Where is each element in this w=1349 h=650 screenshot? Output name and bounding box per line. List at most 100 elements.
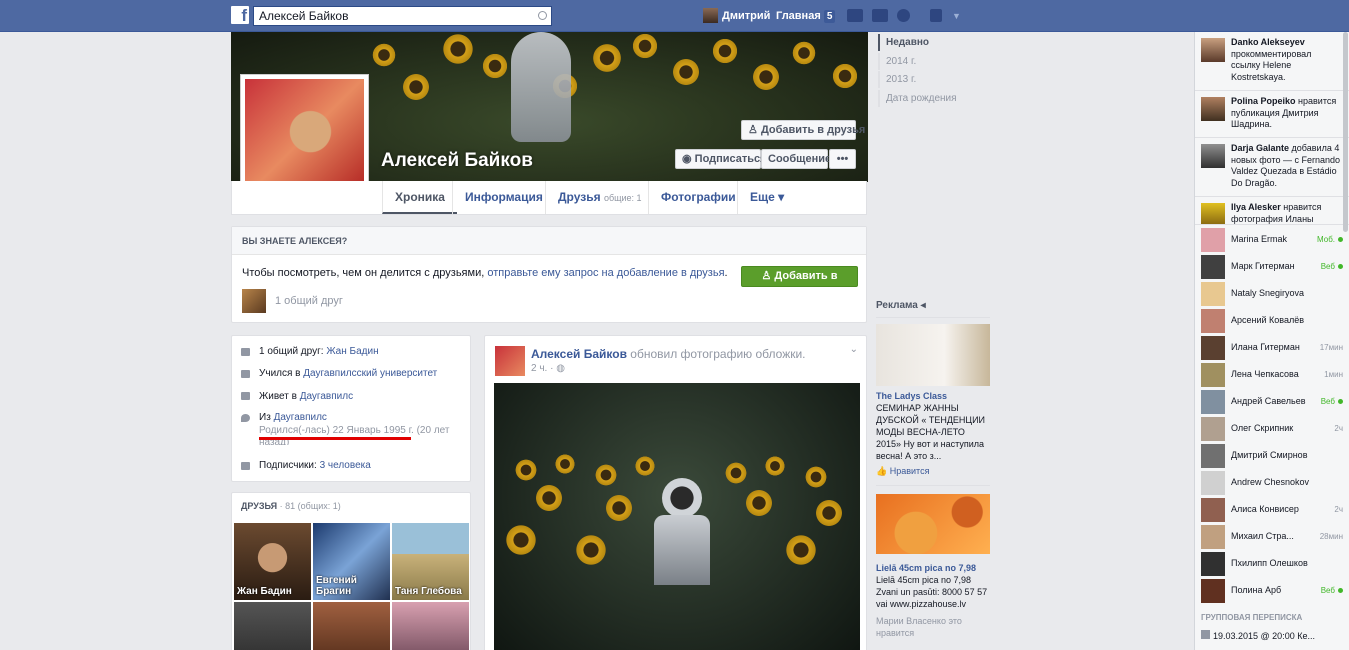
tab-timeline[interactable]: Хроника bbox=[382, 181, 457, 214]
chat-avatar bbox=[1201, 579, 1225, 603]
friend-thumb[interactable]: Таня Глебова bbox=[392, 523, 469, 600]
chat-contact[interactable]: Олег Скрипник 2ч bbox=[1195, 415, 1349, 442]
chat-contact[interactable]: Лена Чепкасова 1мин bbox=[1195, 361, 1349, 388]
send-request-link[interactable]: отправьте ему запрос на добавление в дру… bbox=[487, 267, 724, 279]
chat-status: 28мин bbox=[1319, 532, 1343, 541]
chat-name: Андрей Савельев bbox=[1231, 396, 1306, 406]
chat-contact[interactable]: Марк Гитерман Веб bbox=[1195, 253, 1349, 280]
privacy-shortcuts-icon[interactable] bbox=[930, 9, 942, 22]
chat-contact[interactable]: Михаил Стра... 28мин bbox=[1195, 523, 1349, 550]
profile-name[interactable]: Алексей Байков bbox=[381, 150, 533, 172]
chat-contact[interactable]: Полина Арб Веб bbox=[1195, 577, 1349, 604]
friend-name[interactable]: Таня Глебова bbox=[395, 586, 462, 597]
friend-thumb[interactable]: Жан Бадин bbox=[234, 523, 311, 600]
intro-link[interactable]: Даугавпилс bbox=[274, 412, 327, 423]
ticker-item[interactable]: Danko Alekseyev прокомментировал ссылку … bbox=[1195, 32, 1349, 91]
chat-status-text: Веб bbox=[1320, 262, 1335, 271]
search-icon[interactable] bbox=[538, 11, 547, 20]
chat-avatar bbox=[1201, 282, 1225, 306]
chat-contact[interactable]: Арсений Ковалёв bbox=[1195, 307, 1349, 334]
tab-more[interactable]: Еще ▾ bbox=[737, 181, 796, 214]
post-timestamp[interactable]: 2 ч. · ◍ bbox=[531, 363, 565, 374]
friend-thumb[interactable] bbox=[392, 602, 469, 650]
ad-image-ladys-class[interactable] bbox=[876, 324, 990, 386]
search-input[interactable]: Алексей Байков bbox=[253, 6, 552, 26]
mutual-friends-link[interactable]: 1 общий друг bbox=[275, 295, 343, 307]
friends-title[interactable]: ДРУЗЬЯ bbox=[241, 501, 277, 511]
timeline-item-2013[interactable]: 2013 г. bbox=[878, 71, 957, 88]
friend-thumb[interactable] bbox=[234, 602, 311, 650]
post-author-avatar[interactable] bbox=[495, 346, 525, 376]
timeline-item-birth[interactable]: Дата рождения bbox=[878, 89, 957, 107]
group-chat-header: ГРУППОВАЯ ПЕРЕПИСКА bbox=[1201, 613, 1303, 622]
group-chat-item[interactable]: 19.03.2015 @ 20:00 Ке... bbox=[1201, 630, 1315, 641]
chat-name: Алиса Конвисер bbox=[1231, 504, 1299, 514]
post-photo[interactable] bbox=[494, 383, 860, 650]
add-friend-button[interactable]: ♙ Добавить в друзья bbox=[741, 266, 858, 301]
chat-name: Пхилипп Олешков bbox=[1231, 558, 1308, 568]
chat-contact[interactable]: Алиса Конвисер 2ч bbox=[1195, 496, 1349, 523]
intro-link[interactable]: Даугавпилс bbox=[300, 391, 353, 402]
sidebar-scrollbar[interactable] bbox=[1343, 32, 1348, 232]
settings-chevron-down-icon[interactable]: ▼ bbox=[952, 0, 961, 32]
chat-contact[interactable]: Андрей Савельев Веб bbox=[1195, 388, 1349, 415]
intro-label: Живет в bbox=[259, 391, 297, 402]
post-header: Алексей Байков обновил фотографию обложк… bbox=[531, 347, 806, 361]
subscribe-button[interactable]: ◉ Подписаться bbox=[675, 149, 767, 169]
friend-thumb[interactable]: Евгений Брагин bbox=[313, 523, 390, 600]
chat-name: Дмитрий Смирнов bbox=[1231, 450, 1308, 460]
ticker-item[interactable]: Polina Popeiko нравится публикация Дмитр… bbox=[1195, 91, 1349, 138]
post-options-chevron-icon[interactable]: ⌄ bbox=[850, 344, 858, 355]
ad-text[interactable]: СЕМИНАР ЖАННЫ ДУБСКОЙ « ТЕНДЕНЦИИ МОДЫ В… bbox=[876, 402, 990, 462]
intro-link[interactable]: Даугавпилсский университет bbox=[303, 368, 437, 379]
tab-photos[interactable]: Фотографии bbox=[648, 181, 748, 214]
chat-avatar bbox=[1201, 336, 1225, 360]
chat-contact[interactable]: Nataly Snegiryova bbox=[1195, 280, 1349, 307]
more-options-button[interactable]: ••• bbox=[829, 149, 856, 169]
notifications-globe-icon[interactable] bbox=[897, 9, 910, 22]
chat-name: Лена Чепкасова bbox=[1231, 369, 1299, 379]
ad-text[interactable]: Lielā 45cm pica no 7,98 Zvani un pasūti:… bbox=[876, 574, 990, 610]
timeline-item-2014[interactable]: 2014 г. bbox=[878, 52, 957, 70]
add-friend-cover-button[interactable]: ♙ Добавить в друзья bbox=[741, 120, 865, 140]
ads-megaphone-icon[interactable]: ◂ bbox=[921, 300, 926, 311]
friend-name[interactable]: Жан Бадин bbox=[237, 586, 292, 597]
chat-list: Marina Ermak Моб. Марк Гитерман Веб Nataly… bbox=[1195, 225, 1349, 604]
tab-about[interactable]: Информация bbox=[452, 181, 555, 214]
chat-name: Marina Ermak bbox=[1231, 234, 1288, 244]
intro-link[interactable]: Жан Бадин bbox=[326, 346, 378, 357]
message-button[interactable]: Сообщение bbox=[761, 149, 831, 169]
timeline-item-recent[interactable]: Недавно bbox=[878, 34, 957, 51]
ticker-item[interactable]: Ilya Alesker нравится фотография Иланы bbox=[1195, 197, 1349, 225]
ad-title[interactable]: The Ladys Class bbox=[876, 390, 990, 402]
friend-thumb[interactable] bbox=[313, 602, 390, 650]
ticker-avatar bbox=[1201, 144, 1225, 168]
ticker-item[interactable]: Darja Galante добавила 4 новых фото — с … bbox=[1195, 138, 1349, 197]
friends-icon bbox=[241, 348, 250, 356]
chat-contact[interactable]: Илана Гитерман 17мин bbox=[1195, 334, 1349, 361]
chat-status-text: Веб bbox=[1320, 397, 1335, 406]
friend-name[interactable]: Евгений Брагин bbox=[316, 575, 390, 597]
home-link[interactable]: Главная 5 bbox=[776, 0, 836, 32]
ad-title[interactable]: Lielā 45cm pica no 7,98 bbox=[876, 562, 990, 574]
mutual-friend-avatar[interactable] bbox=[242, 289, 266, 313]
ad-image-pizza[interactable] bbox=[876, 494, 990, 554]
chat-contact[interactable]: Andrew Chesnokov bbox=[1195, 469, 1349, 496]
add-friend-label: Добавить в друзья bbox=[774, 270, 838, 301]
facebook-logo-icon[interactable]: f bbox=[231, 6, 249, 25]
intro-link[interactable]: 3 человека bbox=[320, 460, 371, 471]
chat-contact[interactable]: Пхилипп Олешков bbox=[1195, 550, 1349, 577]
messages-icon[interactable] bbox=[872, 9, 888, 22]
post-author-link[interactable]: Алексей Байков bbox=[531, 347, 627, 361]
ad-like-link[interactable]: 👍 Нравится bbox=[876, 466, 990, 486]
chat-contact[interactable]: Marina Ermak Моб. bbox=[1195, 226, 1349, 253]
chat-name: Марк Гитерман bbox=[1231, 261, 1295, 271]
chat-contact[interactable]: Дмитрий Смирнов bbox=[1195, 442, 1349, 469]
friend-requests-icon[interactable] bbox=[847, 9, 863, 22]
intro-card: 1 общий друг: Жан Бадин Учился в Даугавп… bbox=[231, 335, 471, 482]
search-input-value: Алексей Байков bbox=[259, 9, 349, 23]
tab-friends[interactable]: Друзья общие: 1 bbox=[545, 181, 654, 214]
user-name-link[interactable]: Дмитрий bbox=[722, 0, 770, 32]
user-avatar[interactable] bbox=[703, 8, 718, 23]
home-label: Главная bbox=[776, 10, 821, 22]
